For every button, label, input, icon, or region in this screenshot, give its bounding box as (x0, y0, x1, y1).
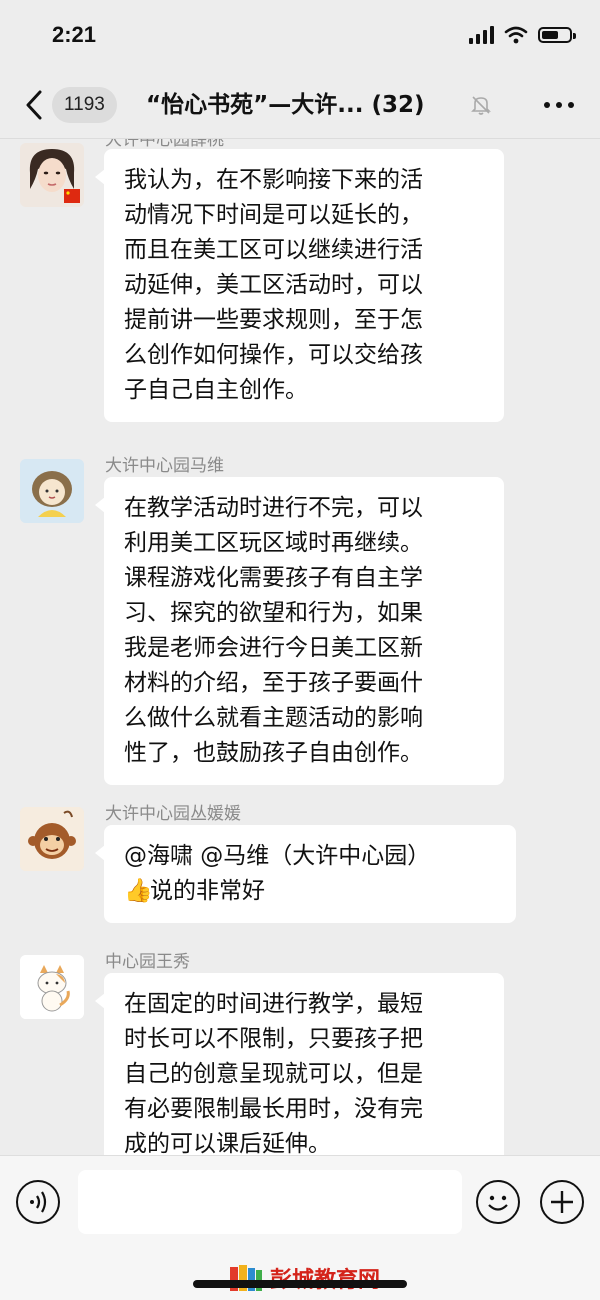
message-line: 而且在美工区可以继续进行活 (124, 237, 423, 263)
message-line: 有必要限制最长用时，没有完 (124, 1096, 423, 1122)
message-line: 成的可以课后延伸。 (124, 1131, 331, 1155)
cartoon-cat-avatar[interactable] (20, 955, 84, 1019)
message-bubble[interactable]: 在教学活动时进行不完，可以 利用美工区玩区域时再继续。 课程游戏化需要孩子有自主… (95, 477, 504, 785)
message-line: 说的非常好 (150, 878, 265, 904)
message-bubble[interactable]: @海啸 @马维（大许中心园） 👍说的非常好 (95, 825, 516, 923)
mute-bell-icon (471, 96, 491, 115)
sender-name: 大许中心园马维 (105, 456, 224, 476)
message-bubble[interactable]: 在固定的时间进行教学，最短 时长可以不限制，只要孩子把 自己的创意呈现就可以，但… (95, 973, 504, 1155)
message-line: 么创作如何操作，可以交给孩 (124, 342, 423, 368)
voice-input-icon[interactable] (16, 1180, 60, 1224)
message-line: 自己的创意呈现就可以，但是 (124, 1061, 423, 1087)
wifi-icon (504, 26, 528, 44)
message-line: 习、探究的欲望和行为，如果 (124, 600, 423, 626)
thumbs-up-icon: 👍 (124, 878, 153, 904)
message-bubble[interactable]: 我认为，在不影响接下来的活 动情况下时间是可以延长的， 而且在美工区可以继续进行… (95, 149, 504, 422)
chat-title: “怡心书苑”—大许... (32) (146, 88, 476, 122)
signal-icon (469, 26, 494, 44)
message-list[interactable]: 大许中心园薛桃 我认为，在不影响接下来的活 动情况下时间是可以延长的， 而且在美… (0, 139, 600, 1155)
status-time: 2:21 (52, 22, 97, 47)
message-line-with-emoji: 👍说的非常好 (124, 874, 496, 909)
message-line: 性了，也鼓励孩子自由创作。 (124, 740, 423, 766)
message-line: 材料的介绍，至于孩子要画什 (124, 670, 423, 696)
cartoon-monkey-avatar[interactable] (20, 807, 84, 871)
sender-name: 大许中心园丛媛媛 (105, 804, 241, 824)
sender-name: 中心园王秀 (105, 952, 190, 972)
back-arrow-icon[interactable] (20, 88, 50, 122)
watermark-text: 彭城教育网 (270, 1262, 380, 1294)
message-input[interactable] (78, 1170, 462, 1234)
message-line: 子自己自主创作。 (124, 377, 308, 403)
message-line: 在固定的时间进行教学，最短 (124, 991, 423, 1017)
home-indicator[interactable] (193, 1280, 407, 1288)
more-options-icon[interactable] (544, 102, 574, 108)
message-line: 时长可以不限制，只要孩子把 (124, 1026, 423, 1052)
cartoon-girl-avatar[interactable] (20, 459, 84, 523)
woman-photo-avatar[interactable] (20, 143, 84, 207)
message-line: 我认为，在不影响接下来的活 (124, 167, 423, 193)
watermark: 彭城教育网 (228, 1262, 380, 1294)
unread-count-badge[interactable]: 1193 (52, 87, 117, 123)
message-line: 利用美工区玩区域时再继续。 (124, 530, 423, 556)
message-line: 课程游戏化需要孩子有自主学 (124, 565, 423, 591)
battery-icon (538, 27, 576, 43)
message-line: @海啸 @马维（大许中心园） (124, 843, 431, 869)
add-attachment-icon[interactable] (540, 1180, 584, 1224)
chat-header: 1193 “怡心书苑”—大许... (32) (0, 70, 600, 139)
status-bar: 2:21 (0, 0, 600, 70)
member-count: (32) (371, 92, 425, 118)
input-bar: 彭城教育网 (0, 1155, 600, 1300)
books-logo-icon (230, 1265, 262, 1291)
message-line: 动延伸，美工区活动时，可以 (124, 272, 423, 298)
message-line: 么做什么就看主题活动的影响 (124, 705, 423, 731)
status-icons (469, 26, 576, 44)
message-line: 动情况下时间是可以延长的， (124, 202, 423, 228)
message-line: 提前讲一些要求规则，至于怎 (124, 307, 423, 333)
message-line: 在教学活动时进行不完，可以 (124, 495, 423, 521)
group-name: “怡心书苑”—大许... (146, 92, 364, 118)
message-line: 我是老师会进行今日美工区新 (124, 635, 423, 661)
emoji-icon[interactable] (476, 1180, 520, 1224)
